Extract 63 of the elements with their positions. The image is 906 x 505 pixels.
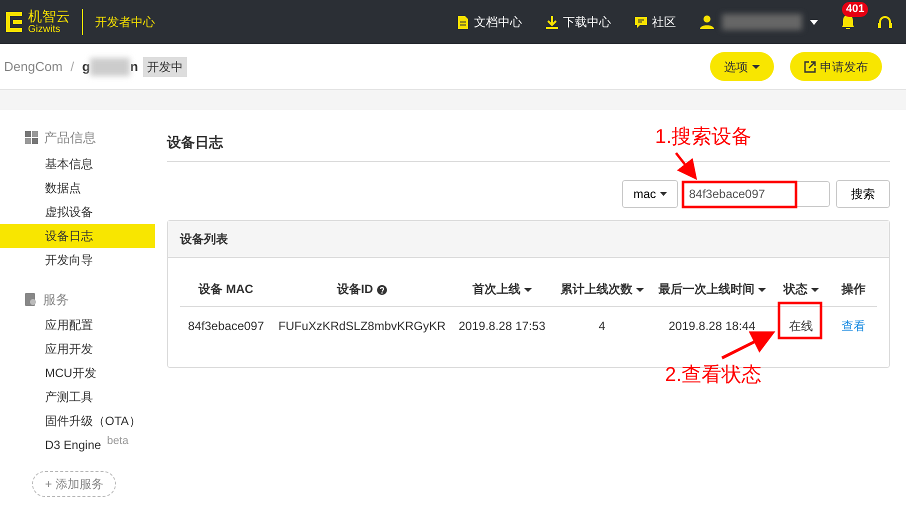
sidebar-item[interactable]: 开发向导 xyxy=(0,248,155,272)
table-cell: 2019.8.28 17:53 xyxy=(458,319,546,333)
logo-subtext: Gizwits xyxy=(28,24,62,35)
annotation-label: 2.查看状态 xyxy=(665,365,762,385)
nav-link[interactable]: 下载中心 xyxy=(546,13,611,31)
sidebar-item[interactable]: 应用开发 xyxy=(0,337,155,361)
sidebar-item[interactable]: 设备日志 xyxy=(0,224,155,248)
download-icon xyxy=(546,16,558,28)
sidebar-item[interactable]: MCU开发 xyxy=(0,361,155,385)
grid-icon xyxy=(25,131,38,144)
add-service-button[interactable]: + 添加服务 xyxy=(32,471,116,497)
nav-link[interactable]: 社区 xyxy=(635,13,676,31)
options-button[interactable]: 选项 xyxy=(710,52,774,81)
panel-header: 设备列表 xyxy=(168,221,889,258)
sidebar-item[interactable]: 应用配置 xyxy=(0,313,155,337)
notification-badge: 401 xyxy=(842,2,868,17)
column-header[interactable]: 首次上线 xyxy=(452,272,552,306)
bell-icon xyxy=(842,15,854,29)
field-select[interactable]: mac xyxy=(622,180,678,208)
blurred-product-name xyxy=(90,58,130,76)
portal-title: 开发者中心 xyxy=(95,14,155,31)
status-tag: 开发中 xyxy=(143,56,188,76)
external-link-icon xyxy=(804,60,816,72)
caret-icon xyxy=(810,20,818,24)
annotation-label: 1.搜索设备 xyxy=(655,127,752,147)
chat-icon xyxy=(635,16,647,28)
sidebar-group-title: 产品信息 xyxy=(44,129,96,147)
sidebar-item[interactable]: 产测工具 xyxy=(0,385,155,409)
column-header[interactable]: 状态 xyxy=(772,272,830,306)
table-cell: FUFuXzKRdSLZ8mbvKRGyKR xyxy=(278,319,446,333)
service-icon xyxy=(25,292,37,306)
column-header: 操作 xyxy=(830,272,877,306)
publish-button[interactable]: 申请发布 xyxy=(790,52,882,81)
column-header: 设备ID xyxy=(272,272,452,306)
search-button[interactable]: 搜索 xyxy=(836,180,890,208)
document-icon xyxy=(457,16,469,28)
product-name-start: g xyxy=(82,58,90,76)
caret-icon xyxy=(752,64,760,68)
column-header: 设备 MAC xyxy=(180,272,272,306)
sidebar-item[interactable]: 固件升级（OTA） xyxy=(0,409,155,433)
help-icon xyxy=(377,284,387,295)
table-cell: 在线 xyxy=(789,319,813,333)
breadcrumb-link[interactable]: DengCom xyxy=(4,56,63,76)
headset-icon xyxy=(878,15,892,29)
column-header[interactable]: 累计上线次数 xyxy=(552,272,652,306)
annotation-arrow xyxy=(721,331,776,360)
sidebar-item[interactable]: 基本信息 xyxy=(0,152,155,176)
view-link[interactable]: 查看 xyxy=(842,319,866,333)
sidebar-item[interactable]: 数据点 xyxy=(0,176,155,200)
sidebar-group-title: 服务 xyxy=(43,290,69,308)
product-name-end: n xyxy=(130,58,138,76)
table-cell: 84f3ebace097 xyxy=(188,319,264,333)
user-icon xyxy=(700,15,714,29)
column-header[interactable]: 最后一次上线时间 xyxy=(652,272,772,306)
table-cell: 4 xyxy=(598,319,606,333)
breadcrumb-separator: / xyxy=(70,58,74,76)
nav-link[interactable]: 文档中心 xyxy=(457,13,522,31)
highlight-box xyxy=(778,302,822,340)
logo-text: 机智云 xyxy=(28,9,70,24)
annotation-arrow xyxy=(675,152,698,180)
sidebar-item[interactable]: 虚拟设备 xyxy=(0,200,155,224)
caret-icon xyxy=(660,192,667,196)
table-cell: 2019.8.28 18:44 xyxy=(668,319,756,333)
